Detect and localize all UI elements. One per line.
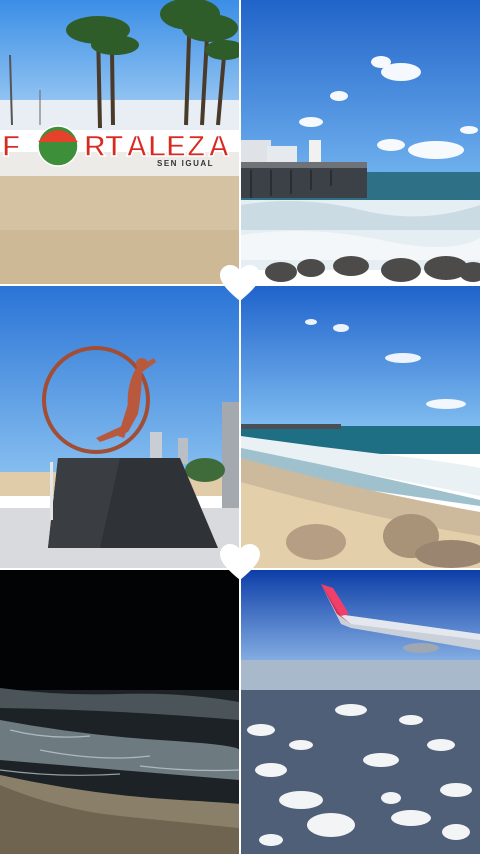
photo-pier-waves xyxy=(241,0,480,284)
heart-icon xyxy=(218,263,262,303)
photo-night-waves xyxy=(0,570,239,854)
sign-letter-f: F xyxy=(2,130,20,163)
photo-beach-shore xyxy=(241,286,480,568)
photo-fortaleza-sign: F R T A L E Z A SEN IGUAL xyxy=(0,0,239,284)
sign-letter-r: R xyxy=(84,130,106,163)
sign-letter-t: T xyxy=(105,130,123,163)
sign-tagline: SEN IGUAL xyxy=(157,159,214,168)
heart-icon xyxy=(218,542,262,582)
photo-statue xyxy=(0,286,239,568)
sign-letter-a: A xyxy=(126,130,148,163)
photo-airplane-wing xyxy=(241,570,480,854)
